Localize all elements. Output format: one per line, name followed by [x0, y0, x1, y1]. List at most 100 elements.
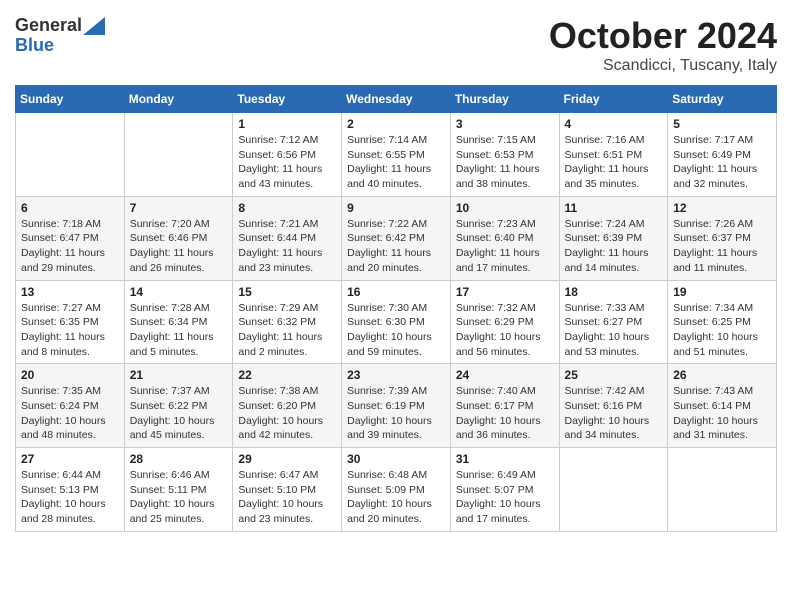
cell-info: Sunrise: 7:22 AMSunset: 6:42 PMDaylight:…	[347, 218, 431, 274]
logo: General Blue	[15, 15, 105, 56]
day-number: 21	[130, 368, 228, 382]
cell-info: Sunrise: 7:34 AMSunset: 6:25 PMDaylight:…	[673, 302, 758, 358]
day-number: 22	[238, 368, 336, 382]
cell-info: Sunrise: 7:18 AMSunset: 6:47 PMDaylight:…	[21, 218, 105, 274]
calendar-cell: 20 Sunrise: 7:35 AMSunset: 6:24 PMDayligh…	[16, 364, 125, 448]
calendar-cell: 27Sunrise: 6:44 AMSunset: 5:13 PMDayligh…	[16, 448, 125, 532]
day-number: 8	[238, 201, 336, 215]
day-number: 20	[21, 368, 119, 382]
calendar-cell	[16, 113, 125, 197]
day-number: 30	[347, 452, 445, 466]
day-number: 23	[347, 368, 445, 382]
calendar-cell: 21Sunrise: 7:37 AMSunset: 6:22 PMDayligh…	[124, 364, 233, 448]
cell-info: Sunrise: 7:32 AMSunset: 6:29 PMDaylight:…	[456, 302, 541, 358]
calendar-cell: 31 Sunrise: 6:49 AMSunset: 5:07 PMDayligh…	[450, 448, 559, 532]
cell-info: Sunrise: 7:33 AMSunset: 6:27 PMDaylight:…	[565, 302, 650, 358]
cell-info: Sunrise: 6:49 AMSunset: 5:07 PMDaylight:…	[456, 469, 541, 525]
day-number: 13	[21, 285, 119, 299]
calendar-cell: 11 Sunrise: 7:24 AMSunset: 6:39 PMDayligh…	[559, 196, 668, 280]
title-block: October 2024 Scandicci, Tuscany, Italy	[549, 15, 777, 75]
calendar-cell: 7 Sunrise: 7:20 AMSunset: 6:46 PMDaylight…	[124, 196, 233, 280]
cell-info: Sunrise: 7:23 AMSunset: 6:40 PMDaylight:…	[456, 218, 540, 274]
day-number: 9	[347, 201, 445, 215]
calendar-cell	[559, 448, 668, 532]
calendar-cell: 6 Sunrise: 7:18 AMSunset: 6:47 PMDaylight…	[16, 196, 125, 280]
day-number: 2	[347, 117, 445, 131]
location: Scandicci, Tuscany, Italy	[549, 57, 777, 75]
day-number: 3	[456, 117, 554, 131]
day-number: 14	[130, 285, 228, 299]
cell-info: Sunrise: 7:20 AMSunset: 6:46 PMDaylight:…	[130, 218, 214, 274]
cell-info: Sunrise: 7:17 AMSunset: 6:49 PMDaylight:…	[673, 134, 757, 190]
cell-info: Sunrise: 7:40 AMSunset: 6:17 PMDaylight:…	[456, 385, 541, 441]
calendar-week-row: 27Sunrise: 6:44 AMSunset: 5:13 PMDayligh…	[16, 448, 777, 532]
day-number: 18	[565, 285, 663, 299]
day-number: 7	[130, 201, 228, 215]
day-number: 17	[456, 285, 554, 299]
calendar-cell: 9 Sunrise: 7:22 AMSunset: 6:42 PMDaylight…	[342, 196, 451, 280]
calendar-cell: 22 Sunrise: 7:38 AMSunset: 6:20 PMDayligh…	[233, 364, 342, 448]
logo-icon	[83, 17, 105, 35]
day-number: 11	[565, 201, 663, 215]
calendar-cell: 13 Sunrise: 7:27 AMSunset: 6:35 PMDayligh…	[16, 280, 125, 364]
day-number: 4	[565, 117, 663, 131]
day-number: 25	[565, 368, 663, 382]
calendar-week-row: 6 Sunrise: 7:18 AMSunset: 6:47 PMDaylight…	[16, 196, 777, 280]
calendar-cell	[668, 448, 777, 532]
day-number: 28	[130, 452, 228, 466]
calendar-cell: 5 Sunrise: 7:17 AMSunset: 6:49 PMDaylight…	[668, 113, 777, 197]
logo-general: General	[15, 15, 82, 37]
day-number: 5	[673, 117, 771, 131]
calendar-cell: 18 Sunrise: 7:33 AMSunset: 6:27 PMDayligh…	[559, 280, 668, 364]
calendar-week-row: 13 Sunrise: 7:27 AMSunset: 6:35 PMDayligh…	[16, 280, 777, 364]
cell-info: Sunrise: 7:15 AMSunset: 6:53 PMDaylight:…	[456, 134, 540, 190]
cell-info: Sunrise: 7:38 AMSunset: 6:20 PMDaylight:…	[238, 385, 323, 441]
day-number: 10	[456, 201, 554, 215]
weekday-header-cell: Tuesday	[233, 86, 342, 113]
logo-blue: Blue	[15, 35, 105, 57]
calendar-cell: 2 Sunrise: 7:14 AMSunset: 6:55 PMDaylight…	[342, 113, 451, 197]
calendar-cell: 17 Sunrise: 7:32 AMSunset: 6:29 PMDayligh…	[450, 280, 559, 364]
weekday-header-cell: Friday	[559, 86, 668, 113]
day-number: 6	[21, 201, 119, 215]
day-number: 15	[238, 285, 336, 299]
calendar-week-row: 1Sunrise: 7:12 AMSunset: 6:56 PMDaylight…	[16, 113, 777, 197]
day-number: 16	[347, 285, 445, 299]
calendar-cell: 25 Sunrise: 7:42 AMSunset: 6:16 PMDayligh…	[559, 364, 668, 448]
day-number: 27	[21, 452, 119, 466]
calendar-cell: 4 Sunrise: 7:16 AMSunset: 6:51 PMDaylight…	[559, 113, 668, 197]
cell-info: Sunrise: 7:42 AMSunset: 6:16 PMDaylight:…	[565, 385, 650, 441]
cell-info: Sunrise: 6:47 AMSunset: 5:10 PMDaylight:…	[238, 469, 323, 525]
day-number: 31	[456, 452, 554, 466]
cell-info: Sunrise: 7:30 AMSunset: 6:30 PMDaylight:…	[347, 302, 432, 358]
day-number: 24	[456, 368, 554, 382]
calendar-cell: 15 Sunrise: 7:29 AMSunset: 6:32 PMDayligh…	[233, 280, 342, 364]
day-number: 19	[673, 285, 771, 299]
cell-info: Sunrise: 7:26 AMSunset: 6:37 PMDaylight:…	[673, 218, 757, 274]
cell-info: Sunrise: 7:14 AMSunset: 6:55 PMDaylight:…	[347, 134, 431, 190]
calendar-cell: 3 Sunrise: 7:15 AMSunset: 6:53 PMDaylight…	[450, 113, 559, 197]
calendar-cell: 29 Sunrise: 6:47 AMSunset: 5:10 PMDayligh…	[233, 448, 342, 532]
weekday-header-cell: Saturday	[668, 86, 777, 113]
calendar-body: 1Sunrise: 7:12 AMSunset: 6:56 PMDaylight…	[16, 113, 777, 532]
cell-info: Sunrise: 7:29 AMSunset: 6:32 PMDaylight:…	[238, 302, 322, 358]
cell-info: Sunrise: 7:28 AMSunset: 6:34 PMDaylight:…	[130, 302, 214, 358]
cell-info: Sunrise: 7:24 AMSunset: 6:39 PMDaylight:…	[565, 218, 649, 274]
header: General Blue October 2024 Scandicci, Tus…	[15, 15, 777, 75]
calendar-cell: 30Sunrise: 6:48 AMSunset: 5:09 PMDayligh…	[342, 448, 451, 532]
cell-info: Sunrise: 7:21 AMSunset: 6:44 PMDaylight:…	[238, 218, 322, 274]
calendar-cell: 14 Sunrise: 7:28 AMSunset: 6:34 PMDayligh…	[124, 280, 233, 364]
cell-info: Sunrise: 7:35 AMSunset: 6:24 PMDaylight:…	[21, 385, 106, 441]
day-number: 26	[673, 368, 771, 382]
calendar-cell	[124, 113, 233, 197]
month-title: October 2024	[549, 15, 777, 57]
day-number: 1	[238, 117, 336, 131]
calendar-cell: 8 Sunrise: 7:21 AMSunset: 6:44 PMDaylight…	[233, 196, 342, 280]
weekday-header-cell: Thursday	[450, 86, 559, 113]
calendar-cell: 24 Sunrise: 7:40 AMSunset: 6:17 PMDayligh…	[450, 364, 559, 448]
calendar-cell: 10 Sunrise: 7:23 AMSunset: 6:40 PMDayligh…	[450, 196, 559, 280]
weekday-header-cell: Wednesday	[342, 86, 451, 113]
cell-info: Sunrise: 7:27 AMSunset: 6:35 PMDaylight:…	[21, 302, 105, 358]
cell-info: Sunrise: 7:16 AMSunset: 6:51 PMDaylight:…	[565, 134, 649, 190]
day-number: 29	[238, 452, 336, 466]
